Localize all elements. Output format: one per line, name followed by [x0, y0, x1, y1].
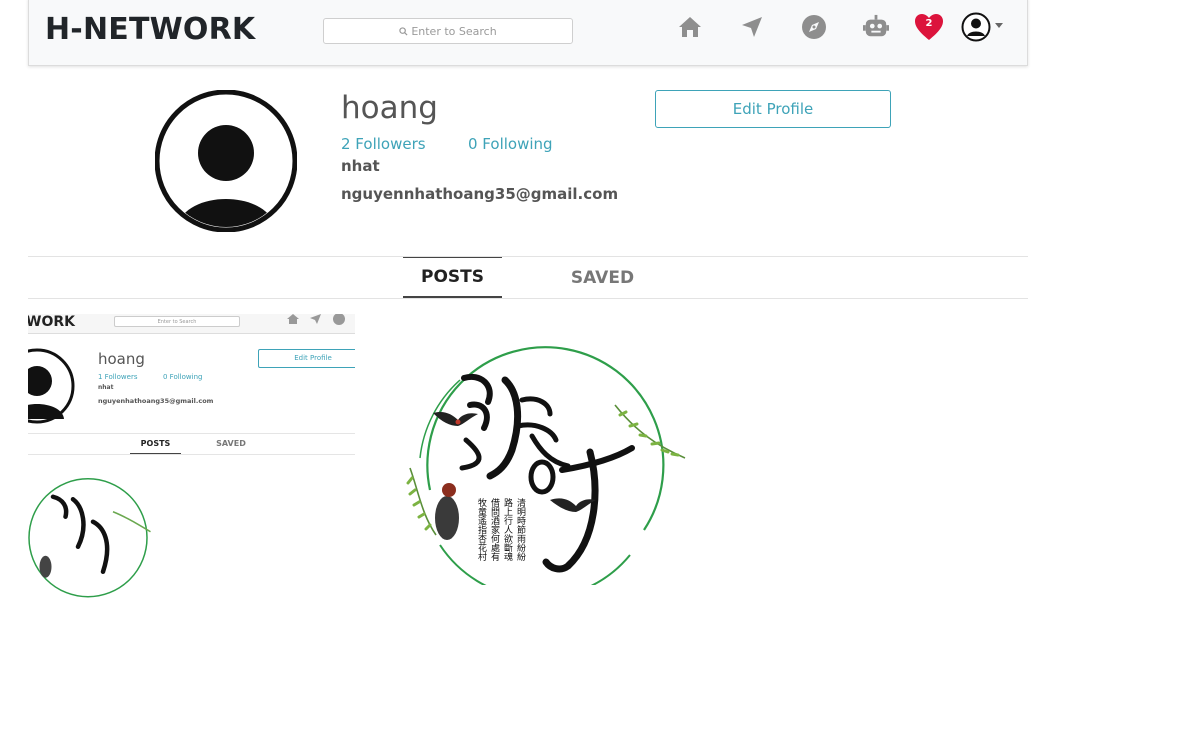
notifications-heart-icon[interactable]: 2 [914, 13, 944, 41]
tabs-divider-top [28, 256, 1028, 257]
poem-column-1: 清明時節雨紛紛 [515, 497, 526, 562]
top-navbar: H-NETWORK Enter to Search 2 [28, 0, 1028, 66]
tab-saved[interactable]: SAVED [553, 257, 652, 298]
thumb-edit-profile: Edit Profile [258, 349, 355, 368]
post-thumbnail-1[interactable]: WORK Enter to Search hoang Edit Profile … [28, 314, 355, 604]
thumb-tab-divider-bottom [28, 454, 355, 455]
thumb-brand: WORK [28, 314, 75, 330]
thumb-fullname: nhat [98, 384, 114, 391]
profile-fullname: nhat [341, 157, 380, 175]
edit-profile-button[interactable]: Edit Profile [655, 90, 891, 128]
profile-username: hoang [341, 90, 438, 126]
poem-column-3: 借問酒家何處有 [489, 497, 500, 562]
tabs-divider-bottom [28, 298, 1028, 299]
search-input[interactable]: Enter to Search [323, 18, 573, 44]
chevron-down-icon [995, 22, 1003, 28]
thumb-tab-saved: SAVED [216, 439, 246, 448]
thumb-username: hoang [98, 350, 145, 368]
thumb-tab-posts: POSTS [130, 434, 181, 454]
brand-logo[interactable]: H-NETWORK [45, 12, 255, 47]
home-icon[interactable] [677, 14, 703, 40]
send-icon[interactable] [739, 14, 765, 40]
tab-posts[interactable]: POSTS [403, 257, 502, 298]
robot-icon[interactable] [863, 14, 889, 40]
thumb-following: 0 Following [163, 373, 203, 381]
thumb-search: Enter to Search [114, 316, 240, 327]
thumb-email: nguyenhathoang35@gmail.com [98, 397, 214, 405]
compass-icon[interactable] [801, 14, 827, 40]
thumb-avatar [28, 348, 75, 424]
thumb-artwork [28, 478, 151, 598]
search-icon [399, 26, 408, 36]
user-menu-dropdown[interactable] [961, 12, 1007, 42]
thumb-nav-icons [287, 314, 345, 325]
profile-email: nguyennhathoang35@gmail.com [341, 185, 619, 203]
user-icon [961, 12, 991, 42]
following-link[interactable]: 0 Following [468, 135, 553, 153]
thumb-tab-divider [28, 433, 355, 434]
poem-column-2: 路上行人欲斷魂 [502, 497, 513, 562]
notification-count: 2 [925, 18, 933, 29]
followers-link[interactable]: 2 Followers [341, 135, 426, 153]
poem-column-4: 牧童遙指杏花村 [476, 497, 487, 561]
post-thumbnail-2[interactable]: 清明時節雨紛紛 路上行人欲斷魂 借問酒家何處有 牧童遙指杏花村 [400, 340, 690, 585]
thumb-followers: 1 Followers [98, 373, 138, 381]
search-placeholder: Enter to Search [411, 24, 497, 38]
profile-avatar[interactable] [155, 90, 297, 232]
